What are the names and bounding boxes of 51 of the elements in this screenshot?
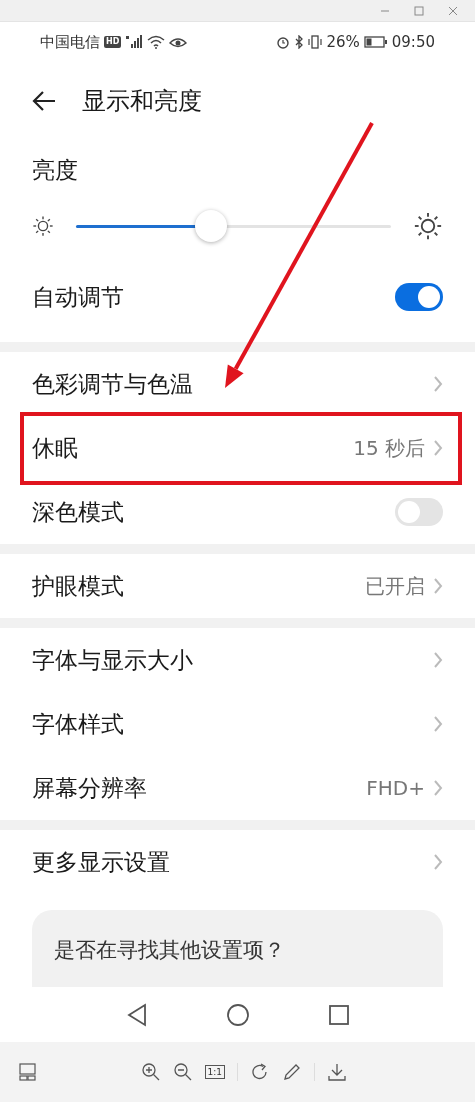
chevron-icon — [433, 375, 443, 393]
vibrate-icon — [308, 35, 323, 49]
actual-size-button[interactable]: 1:1 — [204, 1065, 225, 1079]
row-value: 已开启 — [365, 572, 425, 600]
toggle-switch[interactable] — [395, 498, 443, 526]
chevron-icon — [433, 715, 443, 733]
clock-time: 09:50 — [391, 33, 435, 51]
rotate-icon[interactable] — [250, 1062, 270, 1082]
setting-label[interactable]: 屏幕分辨率 — [32, 772, 147, 804]
card-prompt: 是否在寻找其他设置项？ — [54, 938, 285, 962]
setting-label[interactable]: 深色模式 — [32, 496, 124, 528]
chevron-icon — [433, 779, 443, 797]
brightness-label: 亮度 — [32, 155, 78, 185]
bluetooth-icon — [294, 35, 305, 49]
back-arrow-icon[interactable] — [32, 90, 56, 112]
sun-icon — [413, 211, 443, 241]
setting-label[interactable]: 色彩调节与色温 — [32, 368, 193, 400]
setting-label[interactable]: 字体样式 — [32, 708, 124, 740]
row-value: FHD+ — [366, 776, 425, 800]
wifi-icon — [147, 35, 166, 49]
brightness-slider[interactable] — [76, 209, 391, 243]
eye-icon — [169, 35, 188, 49]
chevron-icon — [433, 577, 443, 595]
row-value: 15 秒后 — [353, 434, 425, 462]
pencil-icon[interactable] — [282, 1062, 302, 1082]
zoom-out-icon[interactable] — [172, 1062, 193, 1082]
setting-label[interactable]: 字体与显示大小 — [32, 644, 193, 676]
toggle-switch[interactable] — [395, 283, 443, 311]
setting-label[interactable]: 休眠 — [32, 432, 78, 464]
zoom-in-icon[interactable] — [140, 1062, 161, 1082]
setting-label[interactable]: 更多显示设置 — [32, 846, 170, 878]
close-icon[interactable] — [447, 4, 459, 17]
battery-percent: 26% — [326, 33, 360, 51]
layout-icon[interactable] — [18, 1062, 38, 1082]
home-icon[interactable] — [225, 1002, 250, 1027]
slider-thumb[interactable] — [195, 210, 228, 242]
alarm-icon — [276, 35, 291, 49]
signal-icon — [125, 35, 144, 49]
battery-icon — [363, 36, 388, 48]
setting-label[interactable]: 护眼模式 — [32, 570, 124, 602]
sun-icon — [32, 215, 54, 237]
recents-icon[interactable] — [327, 1003, 350, 1026]
carrier-name: 中国电信 — [40, 32, 100, 52]
back-icon[interactable] — [125, 1002, 148, 1027]
chevron-icon — [433, 853, 443, 871]
chevron-icon — [433, 651, 443, 669]
hd-badge: HD — [104, 36, 122, 48]
chevron-icon — [433, 439, 443, 457]
setting-label: 自动调节 — [32, 282, 124, 312]
page-title: 显示和亮度 — [82, 86, 202, 117]
download-icon[interactable] — [327, 1062, 347, 1082]
